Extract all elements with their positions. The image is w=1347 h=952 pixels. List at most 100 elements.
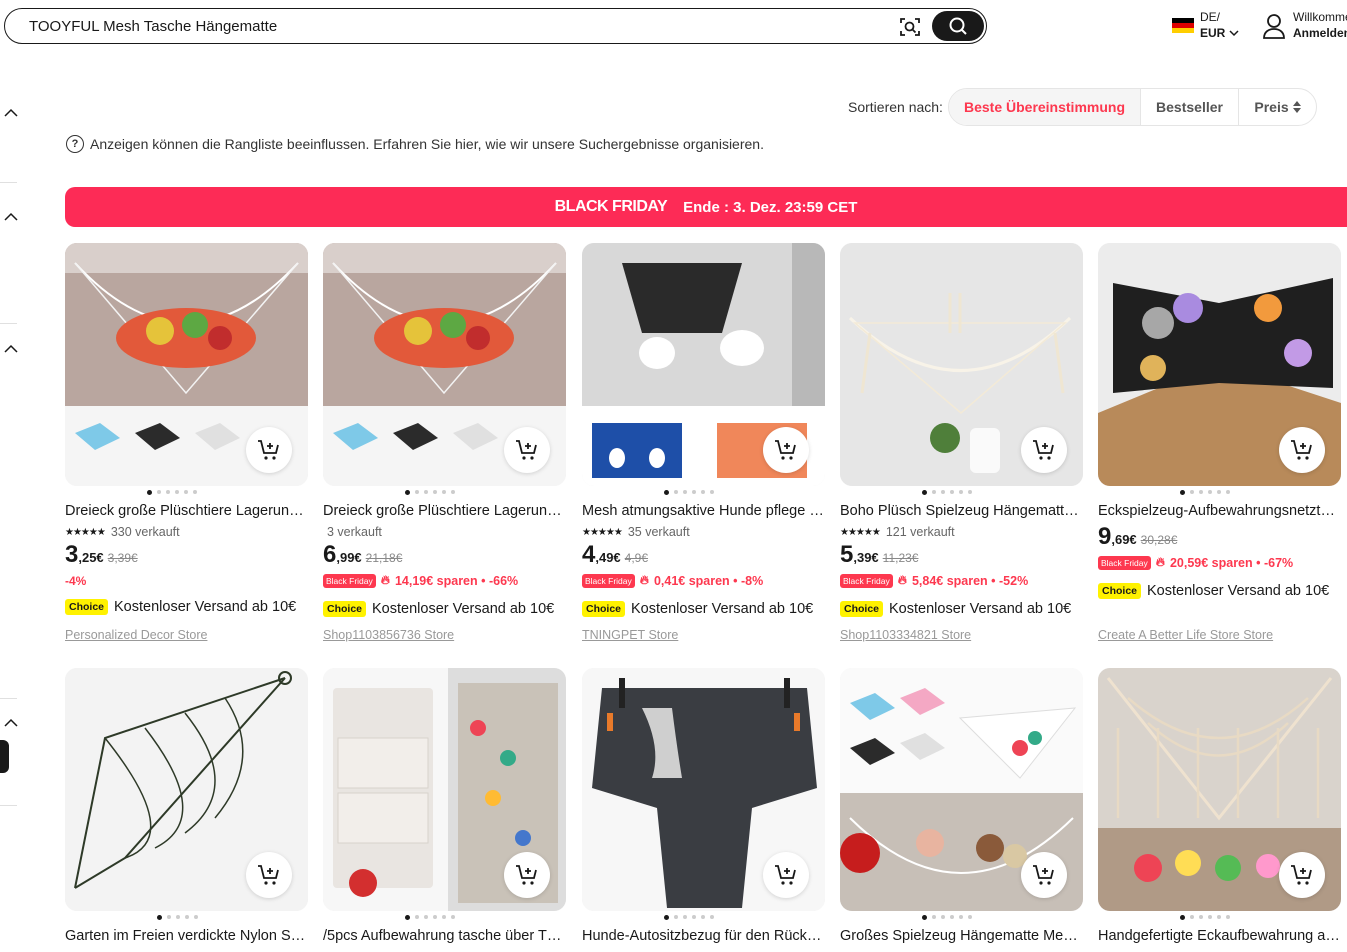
add-to-cart-button[interactable] [763, 427, 809, 473]
currency-label: EUR [1200, 26, 1226, 40]
cart-plus-icon [775, 440, 796, 460]
black-friday-savings: Black Friday 🔥︎ 5,84€ sparen • -52% [840, 573, 1028, 588]
product-title[interactable]: Mesh atmungsaktive Hunde pflege Hängemat… [582, 503, 825, 519]
black-friday-tag: Black Friday [840, 573, 893, 588]
shipping-text: Kostenloser Versand ab 10€ [372, 601, 555, 617]
add-to-cart-button[interactable] [246, 852, 292, 898]
image-carousel-dots [1180, 913, 1230, 921]
add-to-cart-button[interactable] [1021, 852, 1067, 898]
store-link[interactable]: Shop1103856736 Store [323, 628, 454, 642]
ads-notice-text: Anzeigen können die Rangliste beeinfluss… [90, 136, 764, 152]
product-title[interactable]: Großes Spielzeug Hängematte Mesh Netz [840, 928, 1083, 944]
choice-badge: Choice [582, 601, 626, 617]
search-bar[interactable]: TOOYFUL Mesh Tasche Hängematte [4, 8, 987, 44]
question-icon[interactable]: ? [66, 135, 84, 153]
filter-collapse-chevron-icon[interactable] [4, 212, 18, 222]
product-title[interactable]: Hunde-Autositzbezug für den Rücksitz [582, 928, 825, 944]
product-title[interactable]: Eckspielzeug-Aufbewahrungsnetztasche [1098, 503, 1341, 519]
sidebar-divider [0, 323, 17, 324]
image-carousel-dots [405, 488, 455, 496]
germany-flag-icon [1172, 18, 1194, 33]
product-title[interactable]: Garten im Freien verdickte Nylon Seil Hä… [65, 928, 308, 944]
shipping-text: Kostenloser Versand ab 10€ [1147, 583, 1330, 599]
sort-price[interactable]: Preis [1238, 89, 1316, 125]
savings-text: 0,41€ sparen • -8% [653, 573, 764, 588]
sold-count: 3 verkauft [327, 525, 382, 539]
product-title[interactable]: Dreieck große Plüschtiere Lagerung Hänge… [323, 503, 566, 519]
product-title[interactable]: Handgefertigte Eckaufbewahrung aus Makra… [1098, 928, 1341, 944]
image-carousel-dots [1180, 488, 1230, 496]
sold-count: 35 verkauft [627, 525, 690, 539]
black-friday-banner[interactable]: BLACK FRIDAY Ende : 3. Dez. 23:59 CET [65, 187, 1347, 227]
sold-count: 330 verkauft [110, 525, 180, 539]
savings-text: 14,19€ sparen • -66% [394, 573, 519, 588]
choice-badge: Choice [1098, 583, 1142, 599]
sort-best-match[interactable]: Beste Übereinstimmung [949, 89, 1140, 125]
store-link[interactable]: Shop1103334821 Store [840, 628, 971, 642]
search-input[interactable]: TOOYFUL Mesh Tasche Hängematte [29, 18, 277, 35]
price-decimal: ,39€ [853, 550, 879, 565]
image-search-icon[interactable] [898, 15, 922, 39]
star-rating-icon: ★★★★★ [582, 526, 623, 538]
store-link[interactable]: TNINGPET Store [582, 628, 678, 642]
old-price: 21,18€ [365, 551, 403, 565]
cart-plus-icon [258, 440, 279, 460]
language-currency-selector[interactable]: DE/ EUR [1171, 8, 1251, 44]
sidebar-divider [0, 698, 17, 699]
product-title[interactable]: Boho Plüsch Spielzeug Hängematte Netz [840, 503, 1083, 519]
add-to-cart-button[interactable] [763, 852, 809, 898]
sidebar-divider [0, 182, 17, 183]
shipping-info: Choice Kostenloser Versand ab 10€ [1098, 583, 1329, 599]
cart-plus-icon [1291, 865, 1312, 885]
store-link[interactable]: Create A Better Life Store Store [1098, 628, 1273, 642]
savings-text: 20,59€ sparen • -67% [1169, 555, 1294, 570]
add-to-cart-button[interactable] [504, 427, 550, 473]
shipping-text: Kostenloser Versand ab 10€ [631, 601, 814, 617]
flame-icon: 🔥︎ [897, 573, 907, 587]
old-price: 30,28€ [1140, 533, 1178, 547]
discount-label: -4% [65, 574, 87, 588]
search-button[interactable] [932, 11, 984, 41]
product-title[interactable]: /5pcs Aufbewahrung tasche über Tür hänge… [323, 928, 566, 944]
filter-collapse-chevron-icon[interactable] [4, 344, 18, 354]
product-rating: ★★★★★ 330 verkauft [65, 525, 180, 539]
add-to-cart-button[interactable] [1021, 427, 1067, 473]
sort-bestseller[interactable]: Bestseller [1140, 89, 1238, 125]
product-price: 4,49€ 4,9€ [582, 541, 648, 569]
product-price: 9,69€ 30,28€ [1098, 523, 1177, 551]
add-to-cart-button[interactable] [504, 852, 550, 898]
old-price: 4,9€ [624, 551, 649, 565]
star-rating-icon: ★★★★★ [65, 526, 106, 538]
shipping-info: Choice Kostenloser Versand ab 10€ [840, 601, 1071, 617]
banner-title: BLACK FRIDAY [554, 198, 668, 215]
price-decimal: ,25€ [78, 550, 104, 565]
shipping-info: Choice Kostenloser Versand ab 10€ [582, 601, 813, 617]
product-rating: ★★★★★ 121 verkauft [840, 525, 955, 539]
add-to-cart-button[interactable] [1279, 427, 1325, 473]
filter-collapse-chevron-icon[interactable] [4, 108, 18, 118]
shipping-info: Choice Kostenloser Versand ab 10€ [65, 599, 296, 615]
cart-plus-icon [775, 865, 796, 885]
image-carousel-dots [405, 913, 455, 921]
sign-in-link[interactable]: Anmelden [1293, 26, 1347, 40]
account-menu[interactable]: Willkommen Anmelden [1260, 8, 1347, 44]
shipping-text: Kostenloser Versand ab 10€ [114, 599, 297, 615]
product-title[interactable]: Dreieck große Plüschtiere Lagerung Hänge… [65, 503, 308, 519]
filter-collapse-chevron-icon[interactable] [4, 718, 18, 728]
price-integer: 4 [582, 541, 596, 568]
add-to-cart-button[interactable] [246, 427, 292, 473]
add-to-cart-button[interactable] [1279, 852, 1325, 898]
search-icon [949, 17, 967, 35]
sort-label: Sortieren nach: [848, 99, 943, 115]
welcome-label: Willkommen [1293, 10, 1347, 24]
sort-arrows-icon [1292, 101, 1301, 113]
flame-icon: 🔥︎ [639, 573, 649, 587]
sidebar-toggle[interactable] [0, 740, 9, 773]
choice-badge: Choice [840, 601, 884, 617]
price-integer: 5 [840, 541, 854, 568]
store-link[interactable]: Personalized Decor Store [65, 628, 207, 642]
cart-plus-icon [516, 865, 537, 885]
flame-icon: 🔥︎ [380, 573, 390, 587]
choice-badge: Choice [323, 601, 367, 617]
price-integer: 6 [323, 541, 337, 568]
